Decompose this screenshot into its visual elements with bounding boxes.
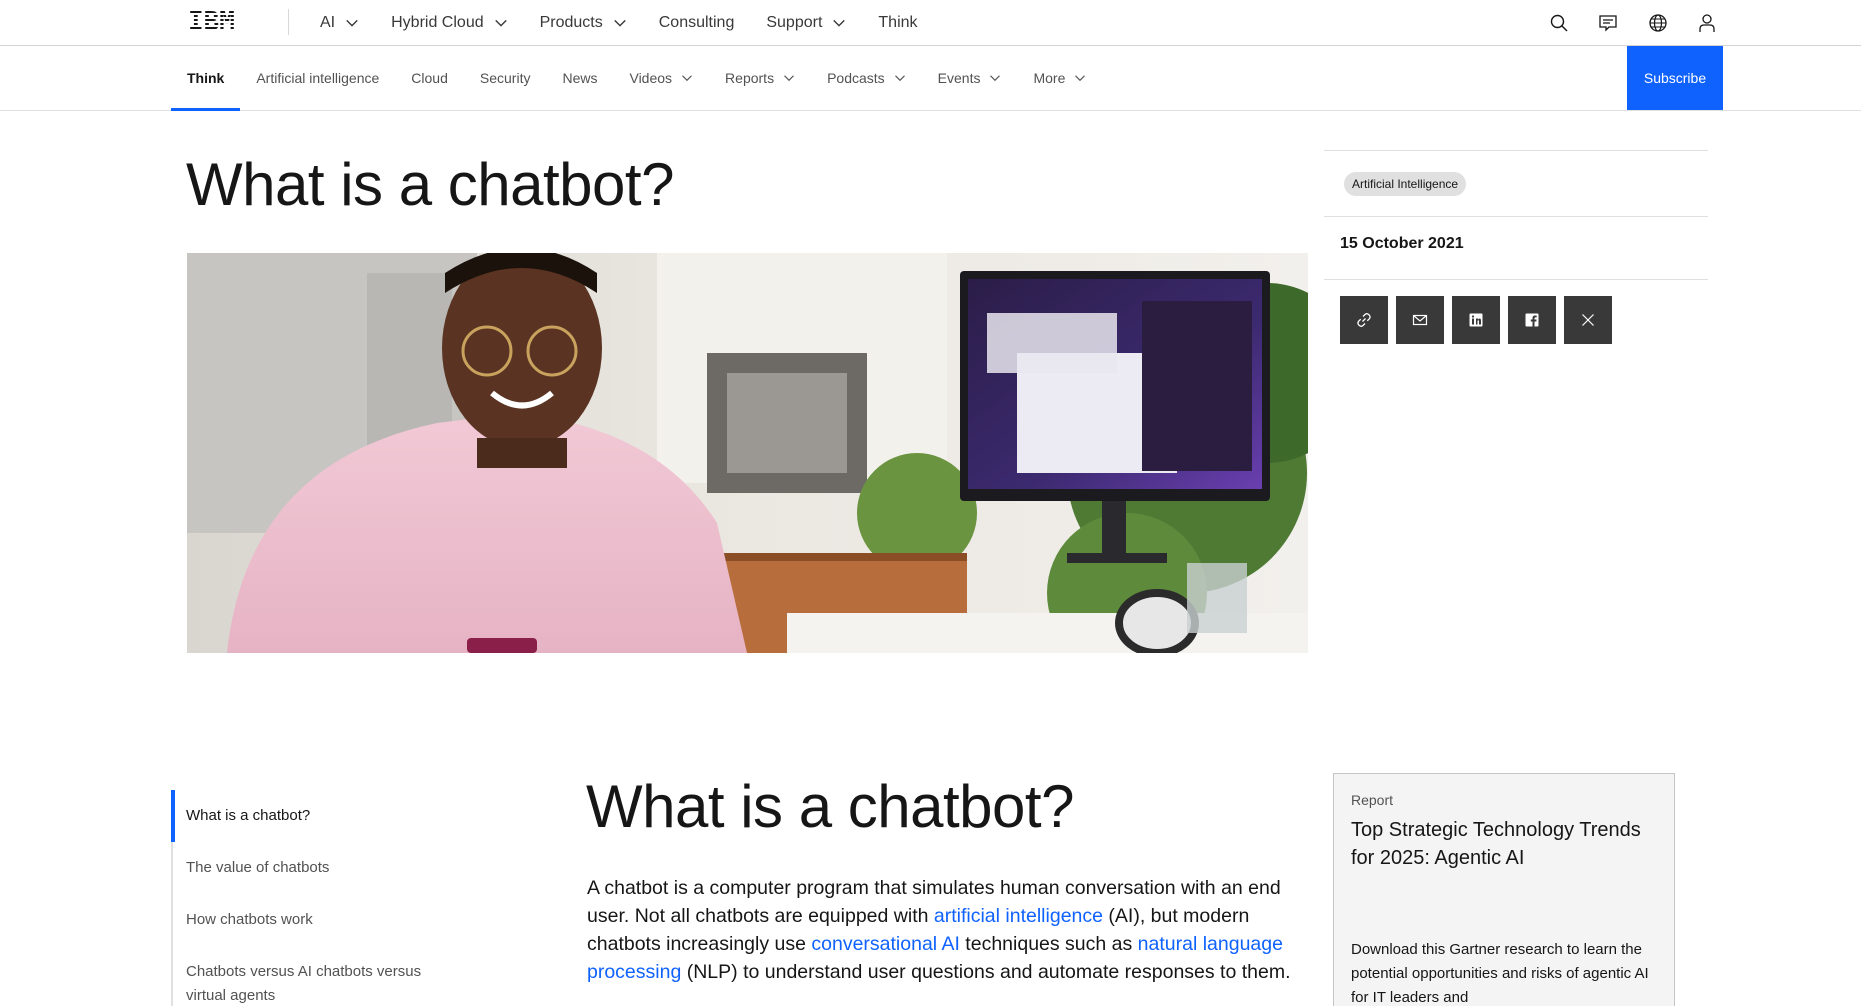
toc-item-chatbots-versus[interactable]: Chatbots versus AI chatbots versus virtu… bbox=[171, 946, 481, 1006]
link-conversational-ai[interactable]: conversational AI bbox=[811, 933, 960, 955]
meta-divider bbox=[1324, 150, 1708, 151]
share-buttons bbox=[1340, 296, 1620, 344]
subnav-label: Reports bbox=[725, 70, 775, 86]
subnav-label: Security bbox=[479, 70, 531, 86]
topnav-think[interactable]: Think bbox=[878, 0, 917, 46]
subnav-label: More bbox=[1033, 70, 1066, 86]
article-paragraph: A chatbot is a computer program that sim… bbox=[587, 874, 1307, 986]
meta-divider bbox=[1324, 279, 1708, 280]
article-text: techniques such as bbox=[959, 933, 1138, 955]
user-button[interactable] bbox=[1692, 8, 1722, 38]
subnav-events[interactable]: Events bbox=[922, 46, 1018, 110]
chevron-down-icon bbox=[346, 19, 358, 27]
link-artificial-intelligence[interactable]: artificial intelligence bbox=[934, 905, 1103, 927]
subnav-label: Videos bbox=[629, 70, 673, 86]
topnav-label: Products bbox=[539, 14, 603, 31]
chevron-down-icon bbox=[1075, 75, 1086, 82]
topnav-consulting[interactable]: Consulting bbox=[659, 0, 735, 46]
ibm-logo[interactable]: IBM bbox=[188, 7, 235, 37]
report-kicker: Report bbox=[1351, 792, 1394, 808]
meta-divider bbox=[1324, 216, 1708, 217]
chat-icon bbox=[1599, 15, 1617, 32]
report-title: Top Strategic Technology Trends for 2025… bbox=[1351, 819, 1641, 869]
subnav-label: Podcasts bbox=[827, 70, 885, 86]
topnav-label: Think bbox=[878, 14, 918, 31]
topnav-label: Consulting bbox=[658, 14, 735, 31]
topnav-label: Hybrid Cloud bbox=[391, 14, 484, 31]
chevron-down-icon bbox=[784, 75, 795, 82]
subnav-security[interactable]: Security bbox=[464, 46, 547, 110]
hero-photo-illustration bbox=[187, 253, 1308, 653]
x-share-button[interactable] bbox=[1564, 296, 1612, 344]
masthead: IBM AI Hybrid Cloud Products Consulting … bbox=[0, 0, 1861, 46]
subnav-reports[interactable]: Reports bbox=[709, 46, 811, 110]
think-subnav: Think Artificial intelligence Cloud Secu… bbox=[0, 46, 1861, 111]
chevron-down-icon bbox=[682, 75, 692, 82]
topnav-label: Support bbox=[766, 14, 823, 31]
search-button[interactable] bbox=[1544, 8, 1574, 38]
subnav-label: Think bbox=[187, 70, 225, 86]
linkedin-icon bbox=[1469, 313, 1483, 327]
chat-button[interactable] bbox=[1593, 8, 1623, 38]
chevron-down-icon bbox=[990, 75, 1001, 82]
x-icon bbox=[1582, 314, 1594, 326]
toc-item-how-chatbots-work[interactable]: How chatbots work bbox=[171, 894, 481, 946]
subnav-cloud[interactable]: Cloud bbox=[395, 46, 464, 110]
globe-button[interactable] bbox=[1643, 8, 1673, 38]
linkedin-share-button[interactable] bbox=[1452, 296, 1500, 344]
subnav-news[interactable]: News bbox=[546, 46, 613, 110]
subnav-podcasts[interactable]: Podcasts bbox=[811, 46, 922, 110]
subnav-label: Artificial intelligence bbox=[256, 70, 380, 86]
email-icon bbox=[1412, 314, 1428, 326]
article-heading: What is a chatbot? bbox=[586, 773, 1074, 840]
toc-item-what-is-a-chatbot[interactable]: What is a chatbot? bbox=[171, 790, 481, 842]
subnav-label: Cloud bbox=[411, 70, 448, 86]
logo-divider bbox=[288, 9, 289, 35]
topnav-label: AI bbox=[320, 14, 336, 31]
topnav-products[interactable]: Products bbox=[540, 0, 627, 46]
subnav-label: News bbox=[562, 70, 598, 86]
subnav-more[interactable]: More bbox=[1017, 46, 1102, 110]
topnav-ai[interactable]: AI bbox=[320, 0, 359, 46]
logo-text: IBM bbox=[188, 7, 235, 37]
page-title: What is a chatbot? bbox=[186, 151, 674, 218]
top-navigation: AI Hybrid Cloud Products Consulting Supp… bbox=[320, 0, 950, 46]
subnav-items: Think Artificial intelligence Cloud Secu… bbox=[171, 46, 1102, 111]
facebook-share-button[interactable] bbox=[1508, 296, 1556, 344]
article-text: (NLP) to understand user questions and a… bbox=[681, 961, 1291, 983]
hero-photo bbox=[187, 253, 1308, 653]
user-icon bbox=[1699, 14, 1715, 32]
search-icon bbox=[1550, 14, 1568, 32]
globe-icon bbox=[1649, 14, 1667, 32]
subnav-think[interactable]: Think bbox=[171, 46, 241, 111]
topic-tag[interactable]: Artificial Intelligence bbox=[1344, 172, 1467, 196]
subnav-artificial-intelligence[interactable]: Artificial intelligence bbox=[240, 46, 395, 110]
toc-item-value-of-chatbots[interactable]: The value of chatbots bbox=[171, 842, 481, 894]
chevron-down-icon bbox=[614, 19, 626, 27]
copy-link-button[interactable] bbox=[1340, 296, 1388, 344]
facebook-icon bbox=[1525, 313, 1539, 327]
chevron-down-icon bbox=[494, 19, 507, 27]
subnav-label: Events bbox=[937, 70, 981, 86]
topnav-support[interactable]: Support bbox=[766, 0, 846, 46]
subscribe-button[interactable]: Subscribe bbox=[1627, 46, 1723, 110]
chevron-down-icon bbox=[894, 75, 905, 82]
report-description: Download this Gartner research to learn … bbox=[1351, 941, 1649, 1006]
table-of-contents: What is a chatbot? The value of chatbots… bbox=[171, 790, 481, 1006]
email-share-button[interactable] bbox=[1396, 296, 1444, 344]
topnav-hybrid-cloud[interactable]: Hybrid Cloud bbox=[391, 0, 507, 46]
link-icon bbox=[1357, 313, 1371, 327]
chevron-down-icon bbox=[833, 19, 846, 27]
subnav-videos[interactable]: Videos bbox=[613, 46, 709, 110]
publish-date: 15 October 2021 bbox=[1340, 235, 1464, 252]
report-card[interactable]: Report Top Strategic Technology Trends f… bbox=[1333, 773, 1675, 1006]
